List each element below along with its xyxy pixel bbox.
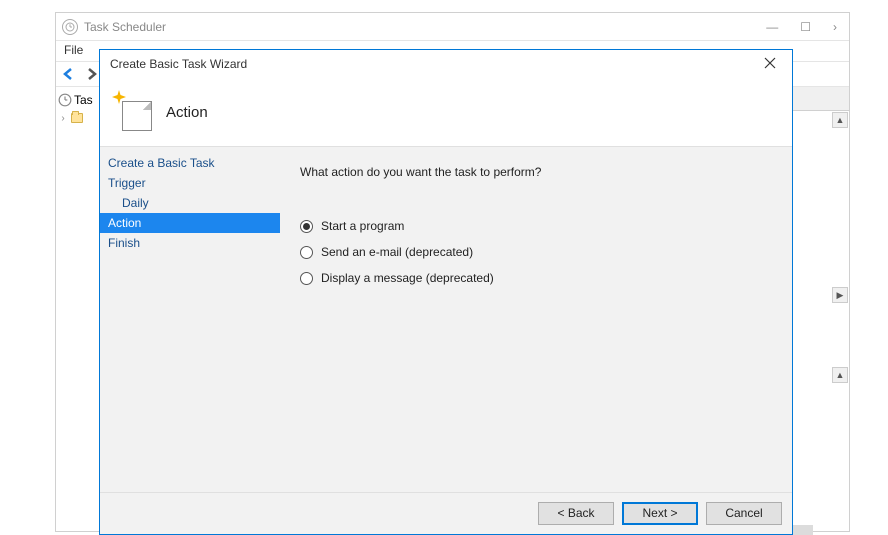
option-display-message[interactable]: Display a message (deprecated): [300, 265, 772, 291]
scroll-up-button[interactable]: ▲: [832, 112, 848, 128]
maximize-button[interactable]: ☐: [800, 20, 811, 34]
option-send-email[interactable]: Send an e-mail (deprecated): [300, 239, 772, 265]
cancel-button[interactable]: Cancel: [706, 502, 782, 525]
scroll-up-button[interactable]: ▲: [832, 367, 848, 383]
nav-step-daily[interactable]: Daily: [100, 193, 280, 213]
nav-step-finish[interactable]: Finish: [100, 233, 280, 253]
option-label: Display a message (deprecated): [321, 271, 494, 285]
nav-step-create-basic-task[interactable]: Create a Basic Task: [100, 153, 280, 173]
window-title: Task Scheduler: [84, 20, 766, 34]
nav-step-trigger[interactable]: Trigger: [100, 173, 280, 193]
minimize-button[interactable]: —: [766, 20, 778, 34]
wizard-header: Action: [100, 78, 792, 146]
clock-icon: [62, 19, 78, 35]
clock-icon: [58, 93, 72, 107]
radio-icon[interactable]: [300, 220, 313, 233]
tree-root-label: Tas: [74, 93, 93, 107]
sparkle-icon: [112, 90, 126, 104]
menu-file[interactable]: File: [64, 43, 83, 57]
wizard-content: What action do you want the task to perf…: [280, 147, 792, 492]
folder-icon: [70, 111, 84, 125]
scroll-right-button[interactable]: ▶: [832, 287, 848, 303]
window-controls: — ☐ ›: [766, 20, 843, 34]
create-basic-task-wizard: Create Basic Task Wizard Action Create a…: [99, 49, 793, 535]
nav-back-button[interactable]: [60, 65, 78, 83]
wizard-titlebar: Create Basic Task Wizard: [100, 50, 792, 78]
tree-root[interactable]: Tas: [58, 91, 103, 109]
option-start-program[interactable]: Start a program: [300, 213, 772, 239]
wizard-title: Create Basic Task Wizard: [110, 57, 247, 71]
wizard-footer: < Back Next > Cancel: [100, 492, 792, 534]
option-label: Start a program: [321, 219, 404, 233]
tree-child[interactable]: ›: [58, 109, 103, 127]
titlebar: Task Scheduler — ☐ ›: [56, 13, 849, 41]
close-button[interactable]: [758, 56, 782, 72]
back-button[interactable]: < Back: [538, 502, 614, 525]
radio-icon[interactable]: [300, 246, 313, 259]
wizard-question: What action do you want the task to perf…: [300, 165, 772, 179]
nav-forward-button[interactable]: [82, 65, 100, 83]
nav-step-action[interactable]: Action: [100, 213, 280, 233]
chevron-right-icon[interactable]: ›: [58, 113, 68, 124]
radio-icon[interactable]: [300, 272, 313, 285]
wizard-body: Create a Basic Task Trigger Daily Action…: [100, 146, 792, 492]
close-button[interactable]: ›: [833, 20, 837, 34]
wizard-heading: Action: [166, 104, 208, 121]
wizard-nav: Create a Basic Task Trigger Daily Action…: [100, 147, 280, 492]
next-button[interactable]: Next >: [622, 502, 698, 525]
option-label: Send an e-mail (deprecated): [321, 245, 473, 259]
wizard-icon: [114, 93, 152, 131]
